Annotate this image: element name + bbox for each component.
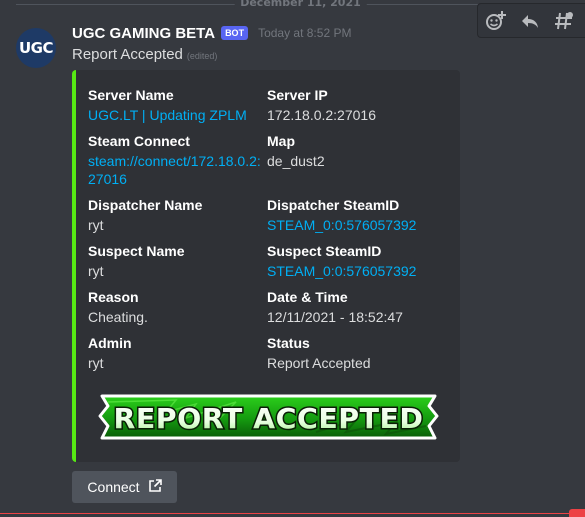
embed-field-date-time: Date & Time 12/11/2021 - 18:52:47	[267, 288, 447, 326]
field-name: Dispatcher SteamID	[267, 197, 400, 213]
add-reaction-icon[interactable]	[484, 9, 508, 33]
field-name: Admin	[88, 335, 132, 351]
connect-button[interactable]: Connect	[72, 471, 177, 503]
embed-field-map: Map de_dust2	[267, 132, 447, 170]
embed-field-dispatcher-steamid: Dispatcher SteamID STEAM_0:0:576057392	[267, 196, 447, 234]
embed-field-reason: Reason Cheating.	[88, 288, 248, 326]
embed-image-report-accepted[interactable]: REPORT ACCEPTED	[96, 392, 441, 442]
field-value: 12/11/2021 - 18:52:47	[267, 309, 403, 325]
timestamp: Today at 8:52 PM	[258, 26, 352, 40]
field-value: de_dust2	[267, 153, 325, 169]
message-text: Report Accepted	[72, 46, 183, 63]
steam-connect-link[interactable]: steam://connect/172.18.0.2: 27016	[88, 152, 261, 188]
embed-field-admin: Admin ryt	[88, 334, 248, 372]
field-name: Reason	[88, 289, 139, 305]
field-name: Server IP	[267, 87, 328, 103]
field-name: Suspect Name	[88, 243, 185, 259]
embed: Server Name UGC.LT | Updating ZPLM Serve…	[72, 70, 460, 462]
field-value: Cheating.	[88, 309, 148, 325]
suspect-steamid-link[interactable]: STEAM_0:0:576057392	[267, 262, 447, 280]
field-value: Report Accepted	[267, 355, 371, 371]
field-value: 172.18.0.2:27016	[267, 107, 376, 123]
field-value: ryt	[88, 263, 104, 279]
server-name-link[interactable]: UGC.LT | Updating ZPLM	[88, 106, 248, 124]
embed-field-status: Status Report Accepted	[267, 334, 447, 372]
message-header: UGC GAMING BETA BOT Today at 8:52 PM	[72, 22, 351, 44]
field-value: ryt	[88, 355, 104, 371]
field-name: Date & Time	[267, 289, 348, 305]
avatar[interactable]: UGC	[16, 28, 56, 68]
external-link-icon	[148, 478, 162, 496]
message-content: Report Accepted (edited)	[72, 46, 217, 63]
connect-button-label: Connect	[87, 479, 140, 495]
bot-badge: BOT	[221, 26, 249, 40]
embed-field-suspect-steamid: Suspect SteamID STEAM_0:0:576057392	[267, 242, 447, 280]
create-thread-icon[interactable]	[552, 9, 576, 33]
new-messages-divider	[0, 513, 585, 514]
date-divider-label: December 11, 2021	[234, 0, 367, 9]
field-name: Status	[267, 335, 310, 351]
field-name: Server Name	[88, 87, 174, 103]
field-name: Steam Connect	[88, 133, 190, 149]
field-name: Dispatcher Name	[88, 197, 203, 213]
embed-field-steam-connect: Steam Connect steam://connect/172.18.0.2…	[88, 132, 261, 188]
embed-field-server-ip: Server IP 172.18.0.2:27016	[267, 86, 447, 124]
dispatcher-steamid-link[interactable]: STEAM_0:0:576057392	[267, 216, 447, 234]
message-actions-bar	[477, 3, 585, 38]
field-name: Map	[267, 133, 295, 149]
edited-label: (edited)	[186, 51, 218, 61]
steam-connect-line-1[interactable]: steam://connect/172.18.0.2:	[88, 152, 261, 170]
field-value: ryt	[88, 217, 104, 233]
steam-connect-line-2[interactable]: 27016	[88, 170, 248, 188]
new-messages-badge	[569, 509, 585, 517]
username[interactable]: UGC GAMING BETA	[72, 25, 215, 42]
embed-field-dispatcher-name: Dispatcher Name ryt	[88, 196, 248, 234]
field-name: Suspect SteamID	[267, 243, 382, 259]
embed-field-suspect-name: Suspect Name ryt	[88, 242, 248, 280]
banner-text: REPORT ACCEPTED	[114, 402, 424, 435]
avatar-text: UGC	[18, 39, 54, 57]
embed-field-server-name: Server Name UGC.LT | Updating ZPLM	[88, 86, 248, 124]
reply-icon[interactable]	[518, 9, 542, 33]
